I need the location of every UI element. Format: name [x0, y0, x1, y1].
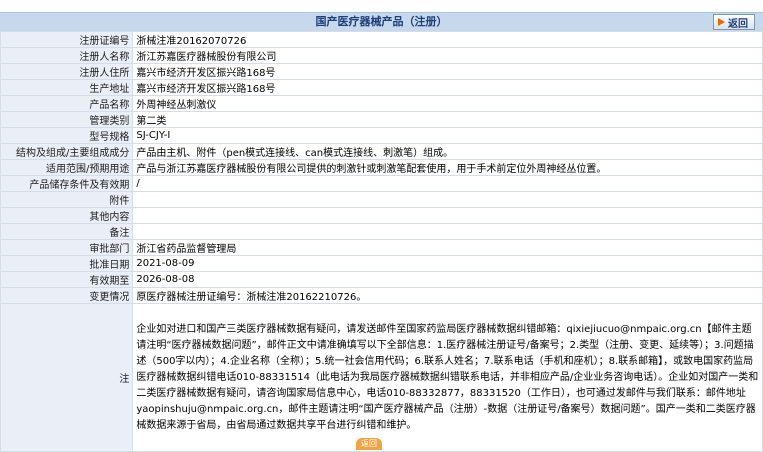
detail-label: 适用范围/预期用途 — [0, 159, 134, 176]
detail-value: 嘉兴市经济开发区振兴路168号 — [132, 79, 763, 96]
detail-value — [132, 191, 763, 208]
detail-row: 产品储存条件及有效期 / — [0, 175, 763, 192]
detail-label: 备注 — [0, 223, 134, 240]
page: 国产医疗器械产品（注册） 返回 注册证编号 浙械注准20162070726 注册人名… — [0, 0, 763, 452]
detail-value: 嘉兴市经济开发区振兴路168号 — [132, 63, 763, 80]
detail-value: 2021-08-09 — [132, 255, 763, 272]
detail-value: 浙江苏嘉医疗器械股份有限公司 — [132, 47, 763, 64]
detail-value: 产品与浙江苏嘉医疗器械股份有限公司提供的刺激针或刺激笔配套使用，用于手术前定位外… — [132, 159, 763, 176]
product-details-table: 注册证编号 浙械注准20162070726 注册人名称 浙江苏嘉医疗器械股份有限公司注… — [0, 31, 763, 452]
detail-row: 审批部门 浙江省药品监督管理局 — [0, 239, 763, 256]
detail-value: 外周神经丛刺激仪 — [132, 95, 763, 112]
title-bar: 国产医疗器械产品（注册） 返回 — [0, 12, 763, 32]
back-button[interactable]: 返回 — [713, 14, 755, 30]
detail-label: 型号规格 — [0, 127, 134, 144]
detail-label: 其他内容 — [0, 207, 134, 224]
detail-row: 注册人住所 嘉兴市经济开发区振兴路168号 — [0, 63, 763, 80]
detail-row: 型号规格 SJ-CJY-I — [0, 127, 763, 144]
detail-value — [132, 207, 763, 224]
detail-value: 浙江省药品监督管理局 — [132, 239, 763, 256]
page-title: 国产医疗器械产品（注册） — [315, 15, 448, 28]
detail-label: 批准日期 — [0, 255, 134, 272]
detail-value: 第二类 — [132, 111, 763, 128]
back-button-label: 返回 — [728, 18, 748, 30]
detail-row: 有效期至 2026-08-08 — [0, 271, 763, 288]
detail-value: / — [132, 175, 763, 192]
detail-label: 产品储存条件及有效期 — [0, 175, 134, 192]
note-text: 企业如对进口和国产三类医疗器械数据有疑问，请发送邮件至国家药监局医疗器械数据纠错… — [132, 303, 763, 452]
detail-label: 结构及组成/主要组成成分 — [0, 143, 134, 160]
detail-value: 产品由主机、附件（pen模式连接线、can模式连接线、刺激笔）组成。 — [132, 143, 763, 160]
detail-row: 批准日期 2021-08-09 — [0, 255, 763, 272]
detail-label: 生产地址 — [0, 79, 134, 96]
detail-value — [132, 223, 763, 240]
bottom-back-button[interactable]: 返回 — [356, 438, 382, 450]
detail-value: 浙械注准20162070726 — [132, 31, 763, 48]
detail-label: 管理类别 — [0, 111, 134, 128]
detail-row: 变更情况 原医疗器械注册证编号：浙械注准20162210726。 — [0, 287, 763, 304]
detail-row: 结构及组成/主要组成成分 产品由主机、附件（pen模式连接线、can模式连接线、刺… — [0, 143, 763, 160]
detail-row: 生产地址 嘉兴市经济开发区振兴路168号 — [0, 79, 763, 96]
detail-value: SJ-CJY-I — [132, 127, 763, 144]
detail-row: 注册证编号 浙械注准20162070726 — [0, 31, 763, 48]
back-arrow-icon — [718, 18, 725, 26]
detail-row: 其他内容 — [0, 207, 763, 224]
detail-label: 附件 — [0, 191, 134, 208]
detail-label: 审批部门 — [0, 239, 134, 256]
note-row: 注 企业如对进口和国产三类医疗器械数据有疑问，请发送邮件至国家药监局医疗器械数据… — [0, 303, 763, 452]
detail-row: 管理类别 第二类 — [0, 111, 763, 128]
detail-label: 变更情况 — [0, 287, 134, 304]
detail-label: 注册人住所 — [0, 63, 134, 80]
detail-row: 适用范围/预期用途 产品与浙江苏嘉医疗器械股份有限公司提供的刺激针或刺激笔配套使用… — [0, 159, 763, 176]
detail-row: 注册人名称 浙江苏嘉医疗器械股份有限公司 — [0, 47, 763, 64]
detail-value: 原医疗器械注册证编号：浙械注准20162210726。 — [132, 287, 763, 304]
detail-value: 2026-08-08 — [132, 271, 763, 288]
detail-label: 注册证编号 — [0, 31, 134, 48]
detail-row: 附件 — [0, 191, 763, 208]
detail-row: 产品名称 外周神经丛刺激仪 — [0, 95, 763, 112]
detail-label: 有效期至 — [0, 271, 134, 288]
detail-row: 备注 — [0, 223, 763, 240]
detail-label: 注册人名称 — [0, 47, 134, 64]
detail-label: 产品名称 — [0, 95, 134, 112]
note-label: 注 — [0, 303, 134, 452]
